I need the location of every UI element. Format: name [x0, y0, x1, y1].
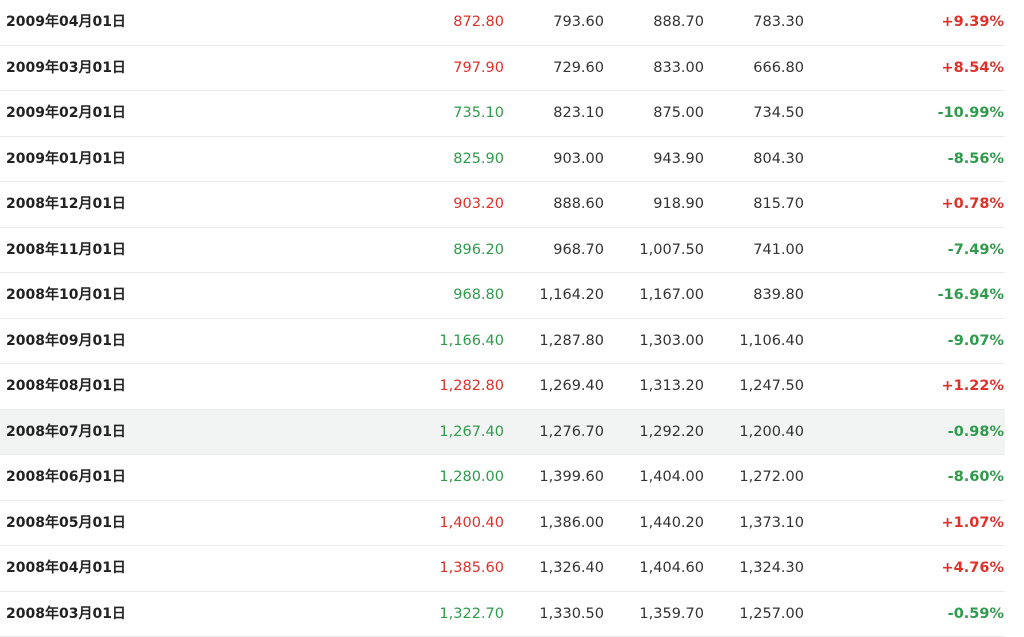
low-price-cell: 1,247.50 [739, 364, 804, 409]
change-percent-cell: -0.59% [948, 592, 1004, 637]
table-row[interactable]: 2009年01月01日 825.90 903.00 943.90 804.30 -8.56… [0, 137, 1005, 183]
open-price-cell: 1,399.60 [539, 455, 604, 500]
high-price-cell: 943.90 [653, 137, 704, 182]
change-percent-cell: +0.78% [942, 182, 1004, 227]
open-price-cell: 903.00 [553, 137, 604, 182]
date-cell: 2009年03月01日 [6, 46, 126, 91]
high-price-cell: 1,313.20 [639, 364, 704, 409]
table-row[interactable]: 2009年02月01日 735.10 823.10 875.00 734.50 -10.9… [0, 91, 1005, 137]
low-price-cell: 741.00 [753, 228, 804, 273]
low-price-cell: 1,106.40 [739, 319, 804, 364]
low-price-cell: 839.80 [753, 273, 804, 318]
table-row[interactable]: 2008年05月01日 1,400.40 1,386.00 1,440.20 1,373… [0, 501, 1005, 547]
table-row[interactable]: 2008年03月01日 1,322.70 1,330.50 1,359.70 1,257… [0, 592, 1005, 637]
high-price-cell: 1,404.00 [639, 455, 704, 500]
table-row[interactable]: 2008年09月01日 1,166.40 1,287.80 1,303.00 1,106… [0, 319, 1005, 365]
change-percent-cell: +1.07% [942, 501, 1004, 546]
close-price-cell: 1,385.60 [439, 546, 504, 591]
low-price-cell: 804.30 [753, 137, 804, 182]
date-cell: 2008年08月01日 [6, 364, 126, 409]
change-percent-cell: -8.60% [948, 455, 1004, 500]
change-percent-cell: +9.39% [942, 0, 1004, 45]
low-price-cell: 1,373.10 [739, 501, 804, 546]
close-price-cell: 1,280.00 [439, 455, 504, 500]
high-price-cell: 1,167.00 [639, 273, 704, 318]
low-price-cell: 734.50 [753, 91, 804, 136]
table-row[interactable]: 2009年04月01日 872.80 793.60 888.70 783.30 +9.39… [0, 0, 1005, 46]
date-cell: 2009年01月01日 [6, 137, 126, 182]
close-price-cell: 1,267.40 [439, 410, 504, 455]
open-price-cell: 1,164.20 [539, 273, 604, 318]
high-price-cell: 1,404.60 [639, 546, 704, 591]
date-cell: 2008年10月01日 [6, 273, 126, 318]
table-row[interactable]: 2008年12月01日 903.20 888.60 918.90 815.70 +0.78… [0, 182, 1005, 228]
high-price-cell: 1,007.50 [639, 228, 704, 273]
close-price-cell: 797.90 [453, 46, 504, 91]
change-percent-cell: +1.22% [942, 364, 1004, 409]
table-row[interactable]: 2008年08月01日 1,282.80 1,269.40 1,313.20 1,247… [0, 364, 1005, 410]
open-price-cell: 888.60 [553, 182, 604, 227]
open-price-cell: 1,386.00 [539, 501, 604, 546]
low-price-cell: 1,200.40 [739, 410, 804, 455]
date-cell: 2008年04月01日 [6, 546, 126, 591]
date-cell: 2008年05月01日 [6, 501, 126, 546]
open-price-cell: 823.10 [553, 91, 604, 136]
date-cell: 2008年12月01日 [6, 182, 126, 227]
change-percent-cell: -16.94% [938, 273, 1004, 318]
open-price-cell: 793.60 [553, 0, 604, 45]
table-row[interactable]: 2008年04月01日 1,385.60 1,326.40 1,404.60 1,324… [0, 546, 1005, 592]
high-price-cell: 875.00 [653, 91, 704, 136]
high-price-cell: 833.00 [653, 46, 704, 91]
low-price-cell: 1,272.00 [739, 455, 804, 500]
change-percent-cell: -0.98% [948, 410, 1004, 455]
high-price-cell: 1,440.20 [639, 501, 704, 546]
open-price-cell: 1,330.50 [539, 592, 604, 637]
date-cell: 2008年09月01日 [6, 319, 126, 364]
date-cell: 2009年02月01日 [6, 91, 126, 136]
low-price-cell: 666.80 [753, 46, 804, 91]
table-row[interactable]: 2008年11月01日 896.20 968.70 1,007.50 741.00 -7.… [0, 228, 1005, 274]
table-row[interactable]: 2008年10月01日 968.80 1,164.20 1,167.00 839.80 -… [0, 273, 1005, 319]
open-price-cell: 1,287.80 [539, 319, 604, 364]
high-price-cell: 1,292.20 [639, 410, 704, 455]
close-price-cell: 1,322.70 [439, 592, 504, 637]
change-percent-cell: +4.76% [942, 546, 1004, 591]
close-price-cell: 1,166.40 [439, 319, 504, 364]
date-cell: 2008年03月01日 [6, 592, 126, 637]
close-price-cell: 872.80 [453, 0, 504, 45]
open-price-cell: 1,276.70 [539, 410, 604, 455]
date-cell: 2008年07月01日 [6, 410, 126, 455]
change-percent-cell: -8.56% [948, 137, 1004, 182]
close-price-cell: 896.20 [453, 228, 504, 273]
low-price-cell: 1,324.30 [739, 546, 804, 591]
low-price-cell: 783.30 [753, 0, 804, 45]
open-price-cell: 1,326.40 [539, 546, 604, 591]
table-row[interactable]: 2008年07月01日 1,267.40 1,276.70 1,292.20 1,200… [0, 410, 1005, 456]
close-price-cell: 1,400.40 [439, 501, 504, 546]
change-percent-cell: -9.07% [948, 319, 1004, 364]
close-price-cell: 903.20 [453, 182, 504, 227]
table-row[interactable]: 2008年06月01日 1,280.00 1,399.60 1,404.00 1,272… [0, 455, 1005, 501]
open-price-cell: 1,269.40 [539, 364, 604, 409]
change-percent-cell: -7.49% [948, 228, 1004, 273]
date-cell: 2009年04月01日 [6, 0, 126, 45]
date-cell: 2008年11月01日 [6, 228, 126, 273]
price-history-table: 2009年04月01日 872.80 793.60 888.70 783.30 +9.39… [0, 0, 1024, 637]
date-cell: 2008年06月01日 [6, 455, 126, 500]
high-price-cell: 918.90 [653, 182, 704, 227]
change-percent-cell: +8.54% [942, 46, 1004, 91]
close-price-cell: 735.10 [453, 91, 504, 136]
close-price-cell: 968.80 [453, 273, 504, 318]
close-price-cell: 1,282.80 [439, 364, 504, 409]
close-price-cell: 825.90 [453, 137, 504, 182]
high-price-cell: 888.70 [653, 0, 704, 45]
open-price-cell: 729.60 [553, 46, 604, 91]
open-price-cell: 968.70 [553, 228, 604, 273]
low-price-cell: 815.70 [753, 182, 804, 227]
table-row[interactable]: 2009年03月01日 797.90 729.60 833.00 666.80 +8.54… [0, 46, 1005, 92]
high-price-cell: 1,359.70 [639, 592, 704, 637]
change-percent-cell: -10.99% [938, 91, 1004, 136]
low-price-cell: 1,257.00 [739, 592, 804, 637]
high-price-cell: 1,303.00 [639, 319, 704, 364]
